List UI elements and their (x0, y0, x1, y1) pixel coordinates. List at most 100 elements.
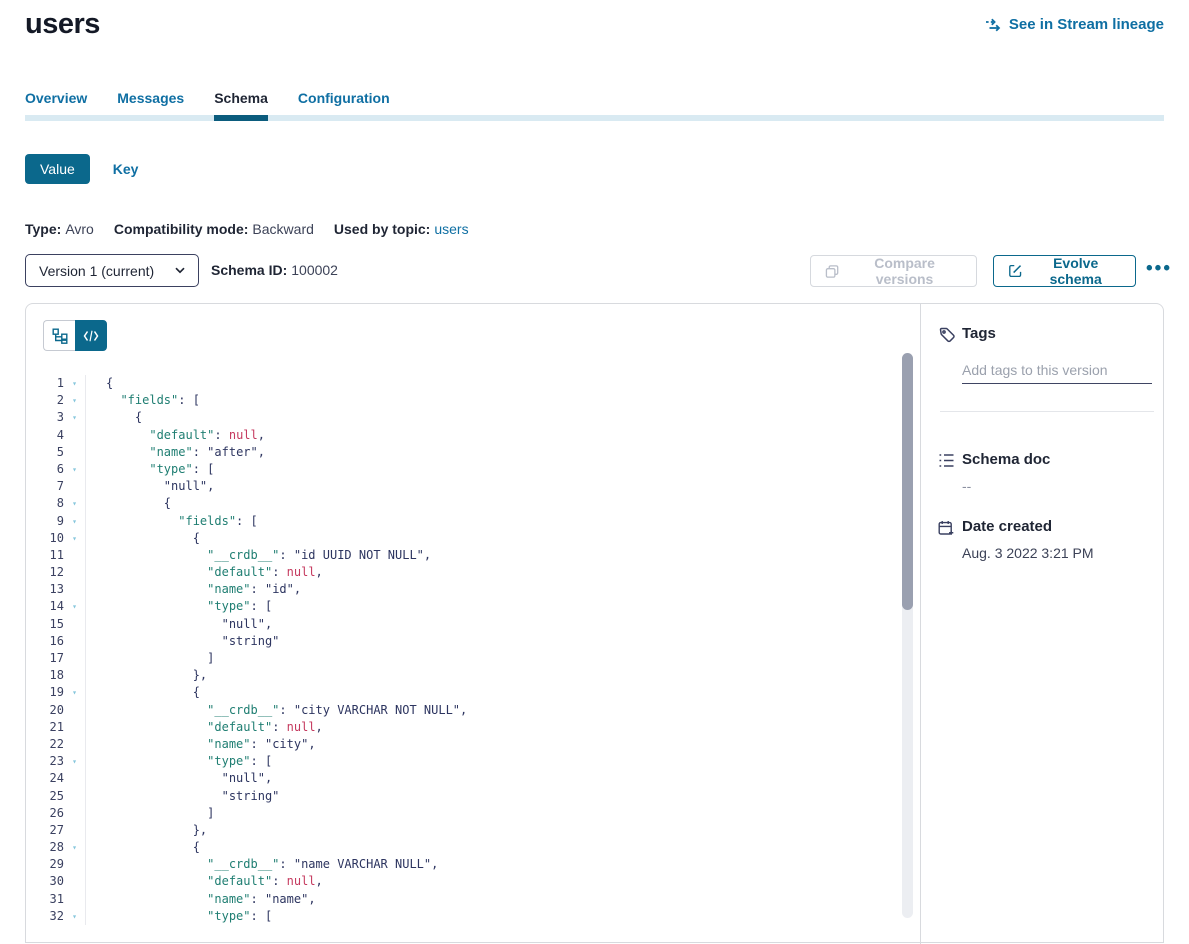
tab-configuration[interactable]: Configuration (298, 88, 390, 121)
type-value: Avro (65, 221, 94, 237)
version-select-value: Version 1 (current) (39, 263, 154, 279)
line-number: 2 (26, 392, 64, 409)
fold-spacer (64, 547, 85, 564)
compare-versions-button[interactable]: Compare versions (810, 255, 977, 287)
fold-spacer (64, 856, 85, 873)
code-text: { (85, 375, 919, 392)
date-created-value: Aug. 3 2022 3:21 PM (962, 545, 1094, 561)
fold-spacer (64, 581, 85, 598)
tags-heading: Tags (962, 325, 996, 342)
fold-toggle-icon[interactable]: ▾ (64, 530, 85, 547)
view-toggle (43, 320, 107, 351)
code-line: 26 ] (26, 805, 919, 822)
tree-view-icon (52, 328, 68, 344)
code-text: "__crdb__": "city VARCHAR NOT NULL", (85, 702, 919, 719)
fold-toggle-icon[interactable]: ▾ (64, 839, 85, 856)
used-by-topic-label: Used by topic: (334, 221, 430, 237)
fold-toggle-icon[interactable]: ▾ (64, 375, 85, 392)
tab-schema[interactable]: Schema (214, 88, 268, 121)
tree-view-button[interactable] (43, 320, 75, 351)
line-number: 5 (26, 444, 64, 461)
code-line: 13 "name": "id", (26, 581, 919, 598)
compatibility-field: Compatibility mode:Backward (114, 221, 314, 237)
line-number: 25 (26, 788, 64, 805)
value-tab-button[interactable]: Value (25, 154, 90, 184)
code-line: 16 "string" (26, 633, 919, 650)
schema-id-label: Schema ID: (211, 262, 287, 278)
code-line: 14▾ "type": [ (26, 598, 919, 615)
fold-spacer (64, 478, 85, 495)
code-text: }, (85, 667, 919, 684)
line-number: 26 (26, 805, 64, 822)
fold-toggle-icon[interactable]: ▾ (64, 684, 85, 701)
fold-toggle-icon[interactable]: ▾ (64, 753, 85, 770)
fold-spacer (64, 444, 85, 461)
key-value-switch: Value Key (25, 154, 138, 184)
code-line: 5 "name": "after", (26, 444, 919, 461)
line-number: 4 (26, 427, 64, 444)
code-text: { (85, 839, 919, 856)
code-line: 23▾ "type": [ (26, 753, 919, 770)
code-line: 29 "__crdb__": "name VARCHAR NULL", (26, 856, 919, 873)
stream-lineage-icon (985, 18, 1002, 32)
fold-spacer (64, 891, 85, 908)
code-view-button[interactable] (75, 320, 107, 351)
code-text: "default": null, (85, 564, 919, 581)
topic-link[interactable]: users (434, 221, 468, 237)
code-text: "name": "after", (85, 444, 919, 461)
stream-lineage-link[interactable]: See in Stream lineage (985, 16, 1164, 33)
fold-toggle-icon[interactable]: ▾ (64, 461, 85, 478)
code-line: 25 "string" (26, 788, 919, 805)
code-text: "__crdb__": "id UUID NOT NULL", (85, 547, 919, 564)
fold-spacer (64, 667, 85, 684)
code-line: 22 "name": "city", (26, 736, 919, 753)
code-line: 9▾ "fields": [ (26, 513, 919, 530)
stream-lineage-label: See in Stream lineage (1009, 16, 1164, 33)
code-text: { (85, 495, 919, 512)
code-line: 31 "name": "name", (26, 891, 919, 908)
used-by-topic-field: Used by topic:users (334, 221, 469, 237)
fold-spacer (64, 822, 85, 839)
line-number: 32 (26, 908, 64, 925)
fold-toggle-icon[interactable]: ▾ (64, 908, 85, 925)
line-number: 20 (26, 702, 64, 719)
code-line: 8▾ { (26, 495, 919, 512)
code-view-icon (83, 330, 99, 342)
code-scrollbar-thumb[interactable] (902, 353, 913, 610)
fold-toggle-icon[interactable]: ▾ (64, 409, 85, 426)
details-sidebar: Tags Schema doc -- Date created Aug. 3 2… (920, 304, 1164, 944)
evolve-schema-button[interactable]: Evolve schema (993, 255, 1136, 287)
line-number: 9 (26, 513, 64, 530)
compare-versions-label: Compare versions (847, 255, 962, 287)
code-text: "fields": [ (85, 392, 919, 409)
fold-toggle-icon[interactable]: ▾ (64, 513, 85, 530)
chevron-down-icon (175, 267, 185, 274)
fold-spacer (64, 616, 85, 633)
tags-input[interactable] (962, 356, 1152, 384)
more-actions-button[interactable]: ••• (1142, 252, 1176, 286)
code-line: 11 "__crdb__": "id UUID NOT NULL", (26, 547, 919, 564)
line-number: 12 (26, 564, 64, 581)
code-text: "fields": [ (85, 513, 919, 530)
fold-toggle-icon[interactable]: ▾ (64, 598, 85, 615)
list-icon (938, 453, 955, 468)
code-scrollbar[interactable] (902, 353, 913, 918)
evolve-schema-label: Evolve schema (1030, 255, 1121, 287)
code-text: "name": "id", (85, 581, 919, 598)
code-lines: 1▾{2▾ "fields": [3▾ {4 "default": null,5… (26, 375, 919, 925)
version-select[interactable]: Version 1 (current) (25, 254, 199, 287)
fold-toggle-icon[interactable]: ▾ (64, 495, 85, 512)
schema-panel: 1▾{2▾ "fields": [3▾ {4 "default": null,5… (25, 303, 1164, 943)
code-text: ] (85, 805, 919, 822)
code-text: "type": [ (85, 598, 919, 615)
fold-spacer (64, 650, 85, 667)
tab-overview[interactable]: Overview (25, 88, 87, 121)
compatibility-value: Backward (252, 221, 313, 237)
code-text: "default": null, (85, 719, 919, 736)
key-tab-link[interactable]: Key (113, 161, 139, 177)
compare-icon (825, 264, 839, 279)
tab-messages[interactable]: Messages (117, 88, 184, 121)
line-number: 19 (26, 684, 64, 701)
fold-toggle-icon[interactable]: ▾ (64, 392, 85, 409)
line-number: 13 (26, 581, 64, 598)
